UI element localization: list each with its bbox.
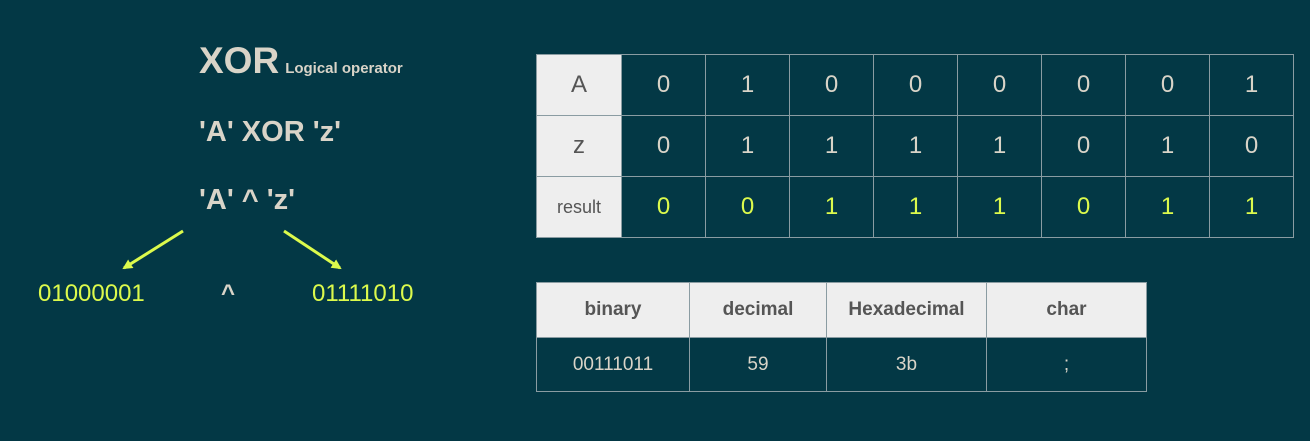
- binary-right: 01111010: [312, 280, 414, 307]
- arrow-right-icon: [283, 229, 342, 270]
- bit-cell: 1: [957, 115, 1042, 177]
- bits-table: A 0 1 0 0 0 0 0 1 z 0 1 1 1 1 0 1 0 resu…: [536, 54, 1294, 238]
- column-header: decimal: [689, 282, 827, 338]
- conversion-table: binary decimal Hexadecimal char 00111011…: [536, 282, 1147, 392]
- bit-cell: 0: [1041, 54, 1126, 116]
- bit-cell: 1: [1125, 115, 1210, 177]
- table-row: result 0 0 1 1 1 0 1 1: [536, 176, 1294, 238]
- table-header-row: binary decimal Hexadecimal char: [536, 282, 1147, 338]
- column-header: binary: [536, 282, 690, 338]
- row-label: A: [536, 54, 622, 116]
- bit-cell: 1: [873, 115, 958, 177]
- result-bit-cell: 1: [957, 176, 1042, 238]
- bit-cell: 0: [873, 54, 958, 116]
- result-bit-cell: 1: [873, 176, 958, 238]
- column-header: char: [986, 282, 1147, 338]
- arrow-left-icon: [122, 229, 184, 270]
- result-bit-cell: 0: [621, 176, 706, 238]
- row-label: result: [536, 176, 622, 238]
- table-row: A 0 1 0 0 0 0 0 1: [536, 54, 1294, 116]
- binary-left: 01000001: [38, 280, 145, 307]
- bit-cell: 0: [1209, 115, 1294, 177]
- table-row: 00111011 59 3b ;: [536, 337, 1147, 392]
- bit-cell: 0: [789, 54, 874, 116]
- result-bit-cell: 1: [789, 176, 874, 238]
- bit-cell: 0: [621, 115, 706, 177]
- result-bit-cell: 1: [1209, 176, 1294, 238]
- hex-cell: 3b: [826, 337, 987, 392]
- bit-cell: 0: [957, 54, 1042, 116]
- char-cell: ;: [986, 337, 1147, 392]
- bit-cell: 0: [621, 54, 706, 116]
- result-bit-cell: 0: [705, 176, 790, 238]
- row-label: z: [536, 115, 622, 177]
- result-bit-cell: 1: [1125, 176, 1210, 238]
- bit-cell: 0: [1125, 54, 1210, 116]
- table-row: z 0 1 1 1 1 0 1 0: [536, 115, 1294, 177]
- bit-cell: 0: [1041, 115, 1126, 177]
- binary-cell: 00111011: [536, 337, 690, 392]
- bit-cell: 1: [705, 115, 790, 177]
- bit-cell: 1: [789, 115, 874, 177]
- binary-operator: ^: [221, 280, 236, 307]
- decimal-cell: 59: [689, 337, 827, 392]
- result-bit-cell: 0: [1041, 176, 1126, 238]
- bit-cell: 1: [1209, 54, 1294, 116]
- column-header: Hexadecimal: [826, 282, 987, 338]
- bit-cell: 1: [705, 54, 790, 116]
